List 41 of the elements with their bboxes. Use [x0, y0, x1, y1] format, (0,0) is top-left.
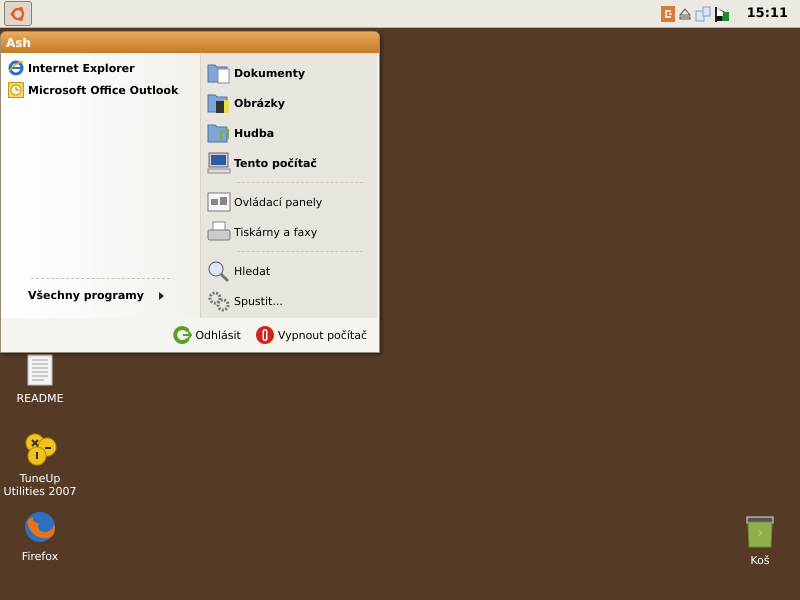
log-off-icon: [172, 325, 192, 345]
browser-icon: [8, 60, 24, 76]
icon-label[interactable]: Firefox: [0, 550, 80, 563]
clock-icon: [8, 82, 24, 98]
menu-item[interactable]: Microsoft Office Outlook: [1, 79, 200, 101]
tools-icon[interactable]: [23, 432, 57, 466]
menu-item[interactable]: Dokumenty: [207, 58, 377, 88]
shut-down-button[interactable]: Vypnout počítač: [252, 323, 369, 347]
icon-label[interactable]: Koš: [720, 554, 800, 567]
clock[interactable]: 15:11: [746, 6, 788, 21]
user-name: Ash: [6, 36, 31, 50]
menu-item[interactable]: Ovládací panely: [207, 187, 377, 217]
menu-item[interactable]: Tento počítač: [207, 148, 377, 178]
menu-item[interactable]: Obrázky: [207, 88, 377, 118]
control-panel-icon: [207, 192, 231, 212]
menu-item[interactable]: Hudba: [207, 118, 377, 148]
power-icon: [254, 325, 275, 345]
menu-item[interactable]: Hledat: [207, 256, 377, 286]
eject-icon[interactable]: [678, 6, 692, 20]
folder-music-icon: [207, 122, 231, 144]
all-programs-item[interactable]: Všechny programy: [1, 287, 200, 318]
flag-icon[interactable]: [714, 6, 730, 22]
icon-label[interactable]: README: [0, 392, 80, 405]
menu-item[interactable]: Spustit...: [207, 286, 377, 316]
document-icon[interactable]: [26, 354, 54, 386]
printer-icon: [207, 221, 231, 243]
start-button[interactable]: [4, 1, 32, 26]
folder-document-icon: [207, 62, 231, 84]
menu-item[interactable]: Tiskárny a faxy: [207, 217, 377, 247]
icon-label[interactable]: TuneUp Utilities 2007: [0, 472, 80, 498]
menu-item[interactable]: Internet Explorer: [1, 57, 200, 79]
logo-icon: [9, 4, 27, 22]
trash-icon[interactable]: [745, 516, 775, 548]
search-icon: [207, 260, 231, 282]
folder-film-icon: [207, 92, 231, 114]
computer-icon: [207, 152, 231, 174]
globe-icon[interactable]: [23, 510, 57, 544]
gears-icon: [207, 290, 231, 312]
log-off-button[interactable]: Odhlásit: [170, 323, 243, 347]
app-tray-icon[interactable]: [660, 6, 675, 22]
arrow-icon: [158, 292, 164, 300]
